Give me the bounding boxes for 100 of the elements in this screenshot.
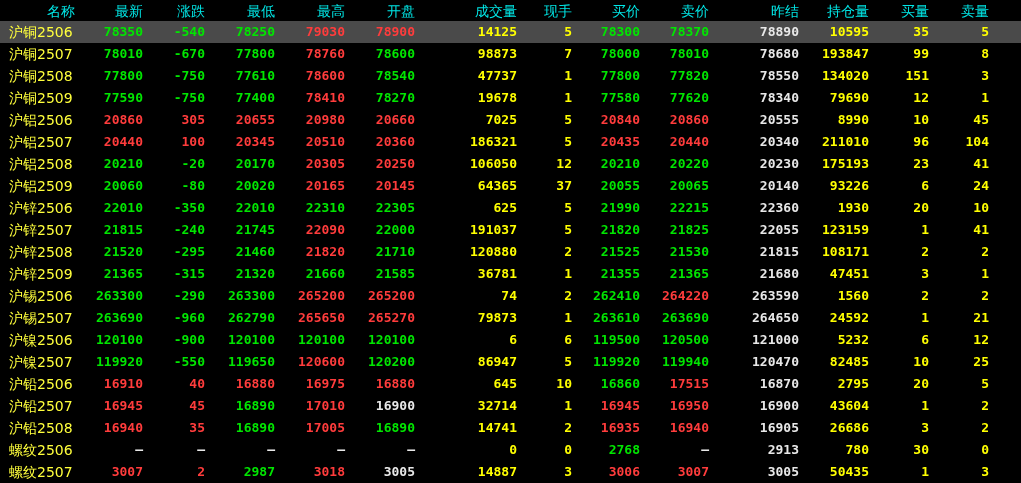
price-cell: 20510 xyxy=(305,135,345,149)
column-header[interactable]: 最低 xyxy=(205,0,275,21)
price-cell: 21530 xyxy=(669,245,709,259)
volume-cell-text: 25 xyxy=(972,353,989,371)
price-cell: 264220 xyxy=(662,289,709,303)
volume-cell-text: 14741 xyxy=(476,419,517,437)
table-row[interactable]: 沪铝2507 20440 100 20345 20510 20360 186321 5 20435 20440 20340 211010 96 104 xyxy=(0,131,1021,153)
price-cell: 16935 xyxy=(600,421,640,435)
price-cell: 120100 xyxy=(368,333,415,347)
volume-cell-text: 41 xyxy=(972,155,989,173)
volume-cell-text: 64365 xyxy=(476,177,517,195)
table-row[interactable]: 沪铅2507 16945 45 16890 17010 16900 32714 1 16945 16950 16900 43604 1 2 xyxy=(0,395,1021,417)
volume-cell-text: 3 xyxy=(980,67,989,85)
table-row[interactable]: 沪铅2506 16910 40 16880 16975 16880 645 10 16860 17515 16870 2795 20 5 xyxy=(0,373,1021,395)
volume-cell-text: 10 xyxy=(972,199,989,217)
table-row[interactable]: 沪锌2507 21815 -240 21745 22090 22000 191037 5 21820 21825 22055 123159 1 41 xyxy=(0,219,1021,241)
column-header[interactable]: 最高 xyxy=(275,0,345,21)
price-cell: 119940 xyxy=(662,355,709,369)
settle-price-cell-text: 20555 xyxy=(758,111,799,129)
table-row[interactable]: 沪铝2508 20210 -20 20170 20305 20250 106050 12 20210 20220 20230 175193 23 41 xyxy=(0,153,1021,175)
price-cell: 45 xyxy=(189,399,205,413)
volume-cell-text: 3 xyxy=(563,463,572,481)
price-cell: 119650 xyxy=(228,355,275,369)
price-cell: 16890 xyxy=(375,421,415,435)
column-header[interactable]: 名称 xyxy=(0,0,75,21)
price-cell: 21660 xyxy=(305,267,345,281)
settle-price-cell-text: 16870 xyxy=(758,375,799,393)
price-cell: 120100 xyxy=(228,333,275,347)
price-cell: 16900 xyxy=(375,399,415,413)
column-header[interactable]: 成交量 xyxy=(415,0,517,21)
column-header[interactable]: 卖量 xyxy=(929,0,989,21)
table-row[interactable]: 沪镍2507 119920 -550 119650 120600 120200 86947 5 119920 119940 120470 82485 10 25 xyxy=(0,351,1021,373)
volume-cell-text: 645 xyxy=(492,375,517,393)
table-row[interactable]: 沪铝2506 20860 305 20655 20980 20660 7025 5 20840 20860 20555 8990 10 45 xyxy=(0,109,1021,131)
table-row[interactable]: 沪铜2507 78010 -670 77800 78760 78600 98873 7 78000 78010 78680 193847 99 8 xyxy=(0,43,1021,65)
table-row[interactable]: 沪锌2509 21365 -315 21320 21660 21585 36781 1 21355 21365 21680 47451 3 1 xyxy=(0,263,1021,285)
table-row[interactable]: 沪锡2506 263300 -290 263300 265200 265200 74 2 262410 264220 263590 1560 2 2 xyxy=(0,285,1021,307)
volume-cell-text: 24592 xyxy=(828,309,869,327)
column-header[interactable]: 持仓量 xyxy=(799,0,869,21)
column-header[interactable]: 买价 xyxy=(572,0,640,21)
price-cell: 20440 xyxy=(669,135,709,149)
column-header[interactable]: 开盘 xyxy=(345,0,415,21)
table-row[interactable]: 沪铅2508 16940 35 16890 17005 16890 14741 2 16935 16940 16905 26686 3 2 xyxy=(0,417,1021,439)
price-cell: 3007 xyxy=(111,465,143,479)
contract-name: 沪镍2507 xyxy=(8,353,74,372)
volume-cell-text: 175193 xyxy=(821,155,869,173)
table-row[interactable]: 沪镍2506 120100 -900 120100 120100 120100 6 6 119500 120500 121000 5232 6 12 xyxy=(0,329,1021,351)
price-cell: 21815 xyxy=(103,223,143,237)
price-cell: — xyxy=(197,443,205,457)
column-header[interactable]: 买量 xyxy=(869,0,929,21)
settle-price-cell-text: 264650 xyxy=(751,309,799,327)
price-cell: 78010 xyxy=(669,47,709,61)
volume-cell-text: 1 xyxy=(563,265,572,283)
price-cell: 77580 xyxy=(600,91,640,105)
price-cell: 20360 xyxy=(375,135,415,149)
price-cell: 20305 xyxy=(305,157,345,171)
price-cell: 263610 xyxy=(593,311,640,325)
column-header[interactable]: 现手 xyxy=(517,0,572,21)
volume-cell-text: 37 xyxy=(555,177,572,195)
price-cell: 21745 xyxy=(235,223,275,237)
price-cell: 21320 xyxy=(235,267,275,281)
price-cell: 78010 xyxy=(103,47,143,61)
volume-cell-text: 79690 xyxy=(828,89,869,107)
contract-name: 螺纹2506 xyxy=(8,441,74,460)
column-header[interactable]: 昨结 xyxy=(709,0,799,21)
price-cell: 16890 xyxy=(235,421,275,435)
settle-price-cell-text: 120470 xyxy=(751,353,799,371)
table-row[interactable]: 沪铝2509 20060 -80 20020 20165 20145 64365 37 20055 20065 20140 93226 6 24 xyxy=(0,175,1021,197)
price-cell: 20840 xyxy=(600,113,640,127)
table-row[interactable]: 沪铜2508 77800 -750 77610 78600 78540 47737 1 77800 77820 78550 134020 151 3 xyxy=(0,65,1021,87)
settle-price-cell-text: 20230 xyxy=(758,155,799,173)
price-cell: -900 xyxy=(173,333,205,347)
volume-cell-text: 211010 xyxy=(821,133,869,151)
price-cell: 78270 xyxy=(375,91,415,105)
column-header[interactable]: 卖价 xyxy=(640,0,709,21)
table-row[interactable]: 沪铜2506 78350 -540 78250 79030 78900 14125 5 78300 78370 78890 10595 35 5 xyxy=(0,21,1021,43)
column-header[interactable]: 最新 xyxy=(75,0,143,21)
table-row[interactable]: 螺纹2506 — — — — — 0 0 2768 — 2913 780 30 0 xyxy=(0,439,1021,461)
price-cell: 22000 xyxy=(375,223,415,237)
volume-cell-text: 50435 xyxy=(828,463,869,481)
volume-cell-text: 2 xyxy=(980,287,989,305)
table-row[interactable]: 沪锌2508 21520 -295 21460 21820 21710 120880 2 21525 21530 21815 108171 2 2 xyxy=(0,241,1021,263)
price-cell: 17010 xyxy=(305,399,345,413)
price-cell: 3005 xyxy=(383,465,415,479)
price-cell: -20 xyxy=(181,157,205,171)
volume-cell-text: 1 xyxy=(920,463,929,481)
column-header[interactable]: 涨跌 xyxy=(143,0,205,21)
table-row[interactable]: 沪锌2506 22010 -350 22010 22310 22305 625 5 21990 22215 22360 1930 20 10 xyxy=(0,197,1021,219)
price-cell: -290 xyxy=(173,289,205,303)
table-row[interactable]: 沪锡2507 263690 -960 262790 265650 265270 79873 1 263610 263690 264650 24592 1 21 xyxy=(0,307,1021,329)
settle-price-cell-text: 78550 xyxy=(758,67,799,85)
price-cell: 20660 xyxy=(375,113,415,127)
price-cell: — xyxy=(701,443,709,457)
price-cell: 77620 xyxy=(669,91,709,105)
table-row[interactable]: 沪铜2509 77590 -750 77400 78410 78270 19678 1 77580 77620 78340 79690 12 1 xyxy=(0,87,1021,109)
price-cell: 21460 xyxy=(235,245,275,259)
volume-cell-text: 1 xyxy=(980,89,989,107)
volume-cell-text: 0 xyxy=(980,441,989,459)
table-row[interactable]: 螺纹2507 3007 2 2987 3018 3005 14887 3 3006 3007 3005 50435 1 3 xyxy=(0,461,1021,483)
volume-cell-text: 86947 xyxy=(476,353,517,371)
